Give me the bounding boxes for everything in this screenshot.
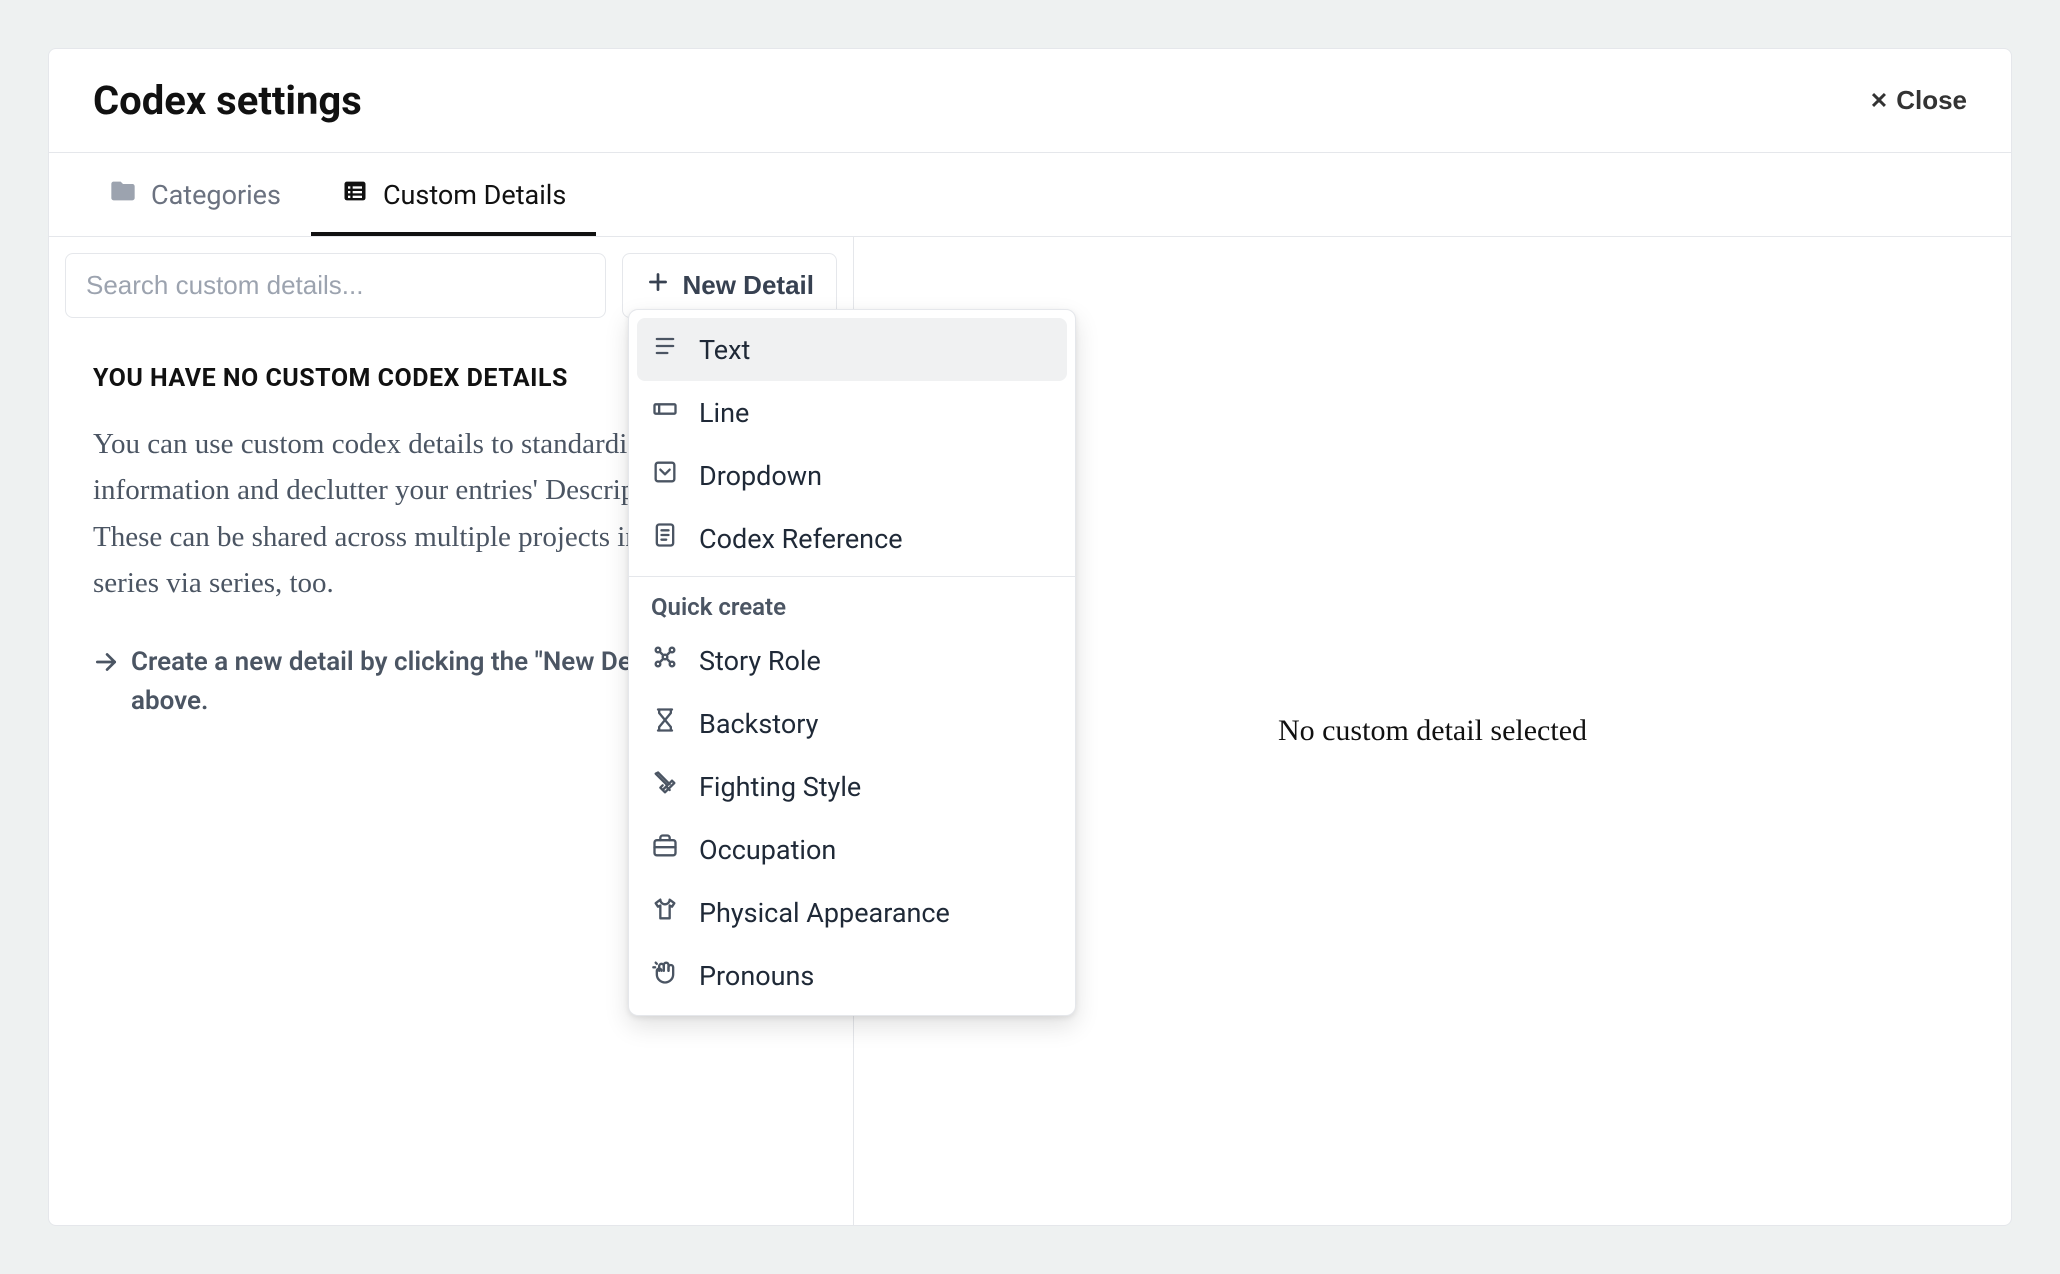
dropdown-divider — [629, 576, 1075, 577]
wave-hand-icon — [651, 958, 679, 993]
folder-icon — [109, 177, 137, 212]
close-icon: ✕ — [1870, 88, 1888, 114]
left-panel: New Detail YOU HAVE NO CUSTOM CODEX DETA… — [49, 237, 854, 1225]
dropdown-item-label: Backstory — [699, 708, 818, 740]
dropdown-item-text[interactable]: Text — [637, 318, 1067, 381]
content-area: New Detail YOU HAVE NO CUSTOM CODEX DETA… — [49, 237, 2011, 1225]
dropdown-item-line[interactable]: Line — [637, 381, 1067, 444]
tab-categories[interactable]: Categories — [79, 153, 311, 236]
dropdown-item-fighting-style[interactable]: Fighting Style — [637, 755, 1067, 818]
dropdown-item-label: Dropdown — [699, 460, 822, 492]
dropdown-item-codex-reference[interactable]: Codex Reference — [637, 507, 1067, 570]
close-label: Close — [1896, 85, 1967, 116]
tab-categories-label: Categories — [151, 179, 281, 211]
dropdown-item-label: Physical Appearance — [699, 897, 950, 929]
dropdown-item-label: Story Role — [699, 645, 821, 677]
dropdown-item-backstory[interactable]: Backstory — [637, 692, 1067, 755]
arrow-right-icon — [93, 643, 119, 687]
new-detail-dropdown: Text Line Dropdown — [628, 309, 1076, 1016]
dropdown-item-label: Codex Reference — [699, 523, 903, 555]
dropdown-item-story-role[interactable]: Story Role — [637, 629, 1067, 692]
dropdown-item-physical-appearance[interactable]: Physical Appearance — [637, 881, 1067, 944]
briefcase-icon — [651, 832, 679, 867]
dropdown-item-occupation[interactable]: Occupation — [637, 818, 1067, 881]
codex-settings-modal: Codex settings ✕ Close Categories Custom… — [48, 48, 2012, 1226]
dropdown-item-dropdown[interactable]: Dropdown — [637, 444, 1067, 507]
dropdown-item-label: Occupation — [699, 834, 836, 866]
close-button[interactable]: ✕ Close — [1870, 85, 1967, 116]
tabs: Categories Custom Details — [49, 153, 2011, 237]
modal-header: Codex settings ✕ Close — [49, 49, 2011, 153]
dropdown-item-pronouns[interactable]: Pronouns — [637, 944, 1067, 1007]
dropdown-quick-create-label: Quick create — [637, 583, 1067, 629]
sword-icon — [651, 769, 679, 804]
modal-title: Codex settings — [93, 77, 362, 124]
shirt-icon — [651, 895, 679, 930]
hourglass-icon — [651, 706, 679, 741]
tab-custom-details[interactable]: Custom Details — [311, 153, 596, 236]
new-detail-label: New Detail — [683, 270, 815, 301]
dropdown-item-label: Pronouns — [699, 960, 814, 992]
line-icon — [651, 395, 679, 430]
dropdown-item-label: Fighting Style — [699, 771, 861, 803]
text-icon — [651, 332, 679, 367]
codex-icon — [651, 521, 679, 556]
plus-icon — [645, 269, 671, 302]
right-panel-empty-message: No custom detail selected — [1278, 714, 1587, 748]
dropdown-icon — [651, 458, 679, 493]
list-icon — [341, 177, 369, 212]
dropdown-item-label: Line — [699, 397, 749, 429]
dropdown-item-label: Text — [699, 334, 750, 366]
search-input[interactable] — [65, 253, 606, 318]
story-role-icon — [651, 643, 679, 678]
tab-custom-details-label: Custom Details — [383, 179, 566, 211]
